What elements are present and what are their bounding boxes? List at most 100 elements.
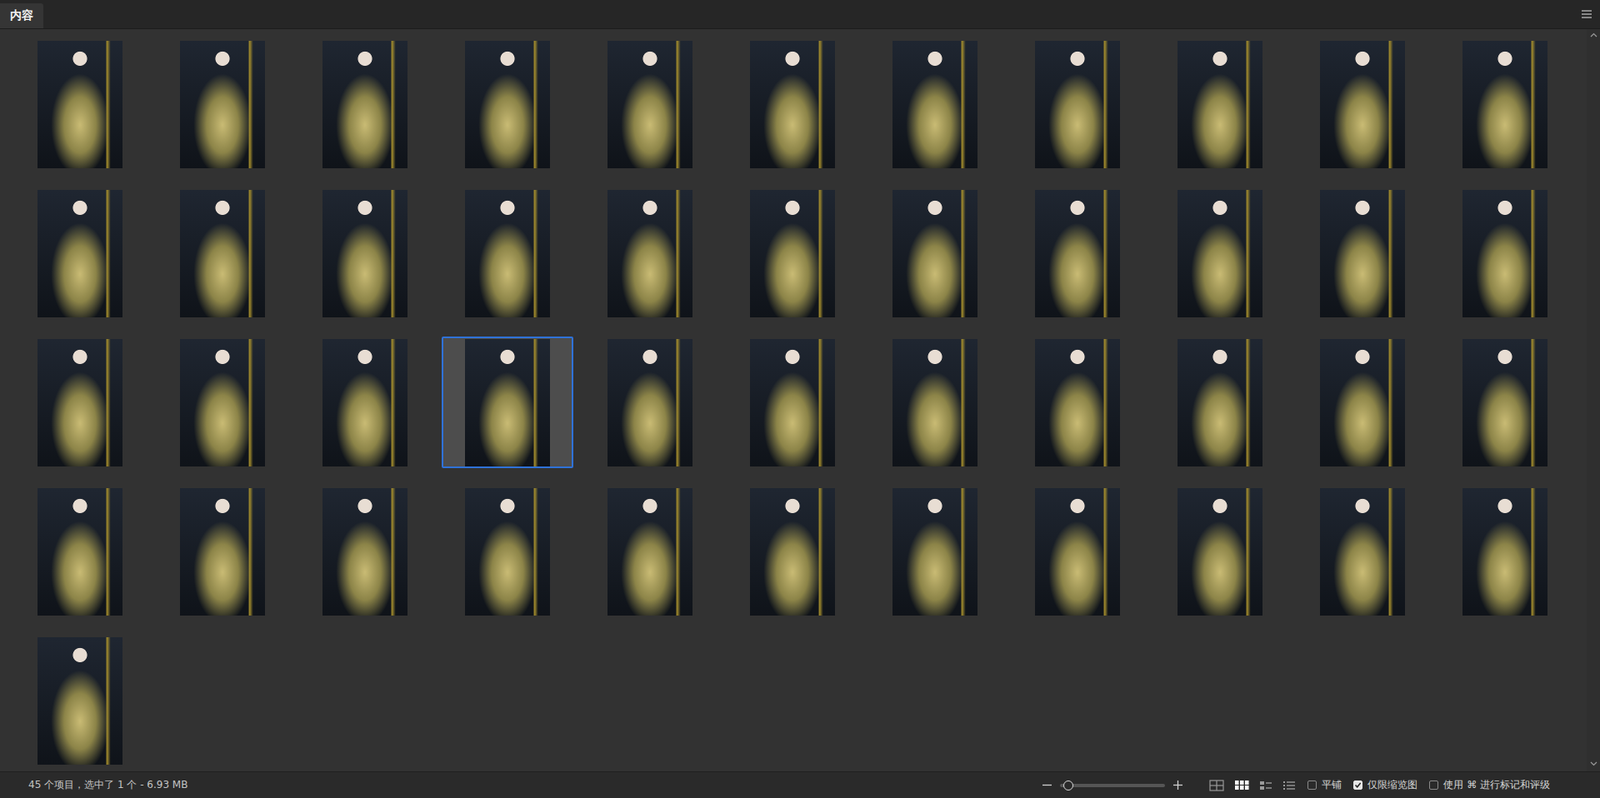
item-summary: 45 个项目，选中了 1 个 - 6.93 MB xyxy=(28,778,188,793)
thumbnail-cell[interactable] xyxy=(1154,187,1286,320)
checkbox-box[interactable] xyxy=(1429,780,1439,790)
chevron-up-icon[interactable] xyxy=(1590,32,1598,38)
status-bar: 45 个项目，选中了 1 个 - 6.93 MB 平铺仅限缩览图使用 ⌘ 进行标记… xyxy=(0,771,1600,798)
view-mode-button[interactable] xyxy=(1282,780,1296,792)
thumbnail-image xyxy=(892,339,978,467)
thumbnail-cell[interactable] xyxy=(299,336,431,469)
thumbnail-image xyxy=(1462,190,1548,318)
thumbnail-cell[interactable] xyxy=(726,187,859,320)
zoom-slider[interactable] xyxy=(1060,784,1165,788)
option-checkbox[interactable]: 仅限缩览图 xyxy=(1353,778,1418,793)
option-checkbox[interactable]: 平铺 xyxy=(1307,778,1342,793)
checkbox-box[interactable] xyxy=(1307,780,1317,790)
view-mode-button[interactable] xyxy=(1209,780,1225,792)
status-controls: 平铺仅限缩览图使用 ⌘ 进行标记和评级 xyxy=(1042,778,1550,793)
thumbnail-cell[interactable] xyxy=(869,38,1001,170)
thumbnail-cell[interactable] xyxy=(299,187,431,320)
option-checkbox[interactable]: 使用 ⌘ 进行标记和评级 xyxy=(1429,778,1550,793)
thumbnail-image xyxy=(180,190,265,318)
thumbnail-cell[interactable] xyxy=(1154,485,1286,618)
thumbnail-cell[interactable] xyxy=(1011,485,1144,618)
thumbnail-image xyxy=(37,637,123,765)
thumbnail-image xyxy=(465,339,550,467)
thumbnail-cell[interactable] xyxy=(1011,336,1144,469)
thumbnail-cell[interactable] xyxy=(14,635,146,767)
thumbnail-image xyxy=(1462,339,1548,467)
vertical-scrollbar[interactable] xyxy=(1586,29,1600,772)
thumbnail-cell[interactable] xyxy=(1011,38,1144,170)
thumbnail-image xyxy=(180,339,265,467)
thumbnail-cell[interactable] xyxy=(726,336,859,469)
thumbnail-cell[interactable] xyxy=(441,485,574,618)
thumbnail-cell[interactable] xyxy=(726,38,859,170)
thumbnail-area xyxy=(0,29,1587,772)
thumbnail-cell[interactable] xyxy=(1154,336,1286,469)
check-icon xyxy=(1354,781,1362,790)
thumbnail-cell[interactable] xyxy=(584,38,716,170)
thumbnail-cell[interactable] xyxy=(1439,38,1571,170)
minus-icon xyxy=(1042,780,1052,790)
thumbnail-cell[interactable] xyxy=(726,485,859,618)
thumbnail-cell[interactable] xyxy=(584,485,716,618)
thumbnail-cell[interactable] xyxy=(1439,336,1571,469)
thumbnail-image xyxy=(607,40,693,169)
thumbnail-cell[interactable] xyxy=(156,38,289,170)
thumbnail-cell[interactable] xyxy=(1154,38,1286,170)
thumbnail-cell[interactable] xyxy=(14,336,146,469)
zoom-in-button[interactable] xyxy=(1173,780,1183,790)
thumbnail-cell[interactable] xyxy=(441,38,574,170)
thumbnail-cell[interactable] xyxy=(1296,336,1429,469)
view-mode-button[interactable] xyxy=(1234,780,1250,792)
thumbnail-image xyxy=(322,339,408,467)
thumbnail-image xyxy=(750,488,835,616)
thumbnail-image xyxy=(1320,190,1405,318)
thumbnail-cell[interactable] xyxy=(869,485,1001,618)
thumbnail-cell[interactable] xyxy=(156,485,289,618)
chevron-down-icon[interactable] xyxy=(1590,761,1598,767)
thumbnail-image xyxy=(607,190,693,318)
thumbnail-image xyxy=(180,488,265,616)
zoom-slider-thumb[interactable] xyxy=(1063,780,1074,791)
thumbnail-cell[interactable] xyxy=(869,336,1001,469)
thumbnail-image xyxy=(607,339,693,467)
thumbnail-cell[interactable] xyxy=(156,187,289,320)
thumbnail-cell[interactable] xyxy=(584,187,716,320)
thumbnail-image xyxy=(1035,339,1120,467)
checkbox-box[interactable] xyxy=(1353,780,1363,790)
thumbnail-cell[interactable] xyxy=(14,187,146,320)
panel-header: 内容 xyxy=(0,0,1600,30)
list-view-icon xyxy=(1282,780,1296,792)
thumbnail-image xyxy=(750,190,835,318)
panel-menu-button[interactable] xyxy=(1581,10,1592,19)
grid-large-icon xyxy=(1209,780,1225,792)
thumbnail-image xyxy=(180,40,265,169)
thumbnail-cell[interactable] xyxy=(1296,38,1429,170)
thumbnail-cell[interactable] xyxy=(441,187,574,320)
thumbnail-cell[interactable] xyxy=(1439,485,1571,618)
thumbnail-cell[interactable] xyxy=(1439,187,1571,320)
thumbnail-cell[interactable] xyxy=(156,336,289,469)
thumbnail-image xyxy=(1462,488,1548,616)
zoom-out-button[interactable] xyxy=(1042,780,1052,790)
thumbnail-cell[interactable] xyxy=(1296,187,1429,320)
zoom-control xyxy=(1042,780,1183,790)
thumbnail-image xyxy=(322,40,408,169)
thumbnail-image xyxy=(1035,488,1120,616)
thumbnail-cell[interactable] xyxy=(1296,485,1429,618)
thumbnail-cell[interactable] xyxy=(441,336,574,469)
thumbnail-cell[interactable] xyxy=(299,485,431,618)
thumbnail-image xyxy=(465,488,550,616)
thumbnail-cell[interactable] xyxy=(1011,187,1144,320)
thumbnail-image xyxy=(1035,190,1120,318)
thumbnail-image xyxy=(465,190,550,318)
thumbnail-image xyxy=(1177,190,1263,318)
thumbnail-cell[interactable] xyxy=(584,336,716,469)
view-mode-button[interactable] xyxy=(1259,780,1273,792)
thumbnail-cell[interactable] xyxy=(869,187,1001,320)
thumbnail-image xyxy=(322,190,408,318)
thumbnail-cell[interactable] xyxy=(14,485,146,618)
thumbnail-image xyxy=(1462,40,1548,169)
thumbnail-cell[interactable] xyxy=(14,38,146,170)
panel-tab[interactable]: 内容 xyxy=(0,3,44,29)
thumbnail-cell[interactable] xyxy=(299,38,431,170)
